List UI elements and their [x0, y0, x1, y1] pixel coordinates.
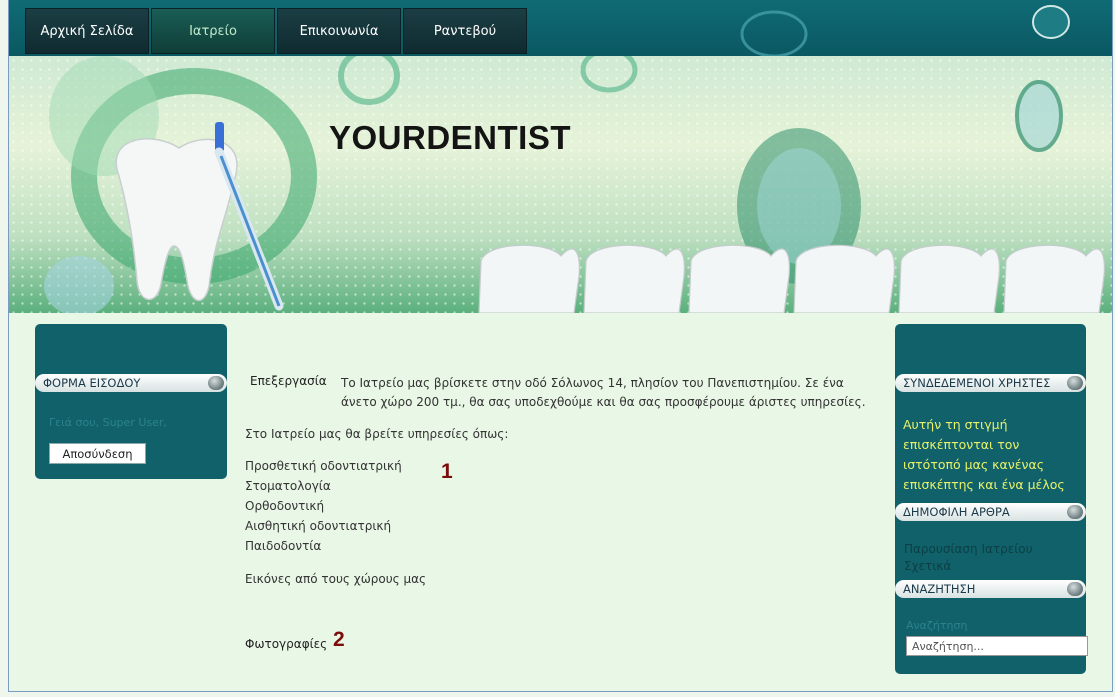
service-item: Αισθητική οδοντιατρική	[245, 519, 392, 533]
images-heading: Εικόνες από τους χώρους μας	[245, 572, 427, 586]
service-item: Ορθοδοντική	[245, 499, 325, 513]
module-toggle-knob-icon	[1067, 376, 1083, 390]
top-nav-bar: Αρχική Σελίδα Ιατρείο Επικοινωνία Ραντεβ…	[9, 0, 1112, 56]
login-module-title: ΦΟΡΜΑ ΕΙΣΟΔΟΥ	[43, 376, 141, 390]
user-greeting: Γειά σου, Super User,	[49, 416, 167, 429]
search-input[interactable]	[906, 636, 1088, 656]
header-banner: YOURDENTIST	[9, 56, 1112, 313]
nav-contact[interactable]: Επικοινωνία	[277, 8, 401, 54]
page-frame: Αρχική Σελίδα Ιατρείο Επικοινωνία Ραντεβ…	[8, 0, 1113, 692]
edit-link[interactable]: Επεξεργασία	[250, 374, 327, 388]
services-heading: Στο Ιατρείο μας θα βρείτε υπηρεσίες όπως…	[245, 427, 509, 441]
nav-home[interactable]: Αρχική Σελίδα	[25, 8, 149, 54]
search-module-header: ΑΝΑΖΗΤΗΣΗ	[895, 580, 1086, 598]
module-toggle-knob-icon	[1067, 582, 1083, 596]
online-users-module-header: ΣΥΝΔΕΔΕΜΕΝΟΙ ΧΡΗΣΤΕΣ	[895, 374, 1086, 392]
module-toggle-knob-icon	[1067, 505, 1083, 519]
article-intro: Το Ιατρείο μας βρίσκετε στην οδό Σόλωνος…	[341, 376, 866, 409]
popular-articles-module-header: ΔΗΜΟΦΙΛΗ ΑΡΘΡΑ	[895, 503, 1086, 521]
popular-article-link[interactable]: Σχετικά	[904, 559, 951, 573]
annotation-marker-2: 2	[333, 628, 345, 651]
photos-link[interactable]: Φωτογραφίες	[245, 637, 327, 651]
site-title: YOURDENTIST	[329, 119, 572, 156]
popular-article-link[interactable]: Παρουσίαση Ιατρείου	[904, 542, 1033, 556]
nav-appointment[interactable]: Ραντεβού	[403, 8, 527, 54]
logout-button[interactable]: Αποσύνδεση	[49, 443, 146, 464]
service-item: Στοματολογία	[245, 479, 331, 493]
main-menu: Αρχική Σελίδα Ιατρείο Επικοινωνία Ραντεβ…	[25, 8, 527, 54]
online-users-title: ΣΥΝΔΕΔΕΜΕΝΟΙ ΧΡΗΣΤΕΣ	[903, 376, 1051, 390]
service-item: Προσθετική οδοντιατρική	[245, 459, 402, 473]
login-module-header: ΦΟΡΜΑ ΕΙΣΟΔΟΥ	[35, 374, 227, 392]
online-users-text: Αυτήν τη στιγμή επισκέπτονται τον ιστότο…	[903, 417, 1065, 492]
search-label: Αναζήτηση	[906, 619, 968, 632]
module-toggle-knob-icon	[208, 376, 224, 390]
annotation-marker-1: 1	[441, 460, 453, 483]
banner-illustration	[44, 56, 1105, 313]
service-item: Παιδοδοντία	[245, 539, 322, 553]
popular-articles-title: ΔΗΜΟΦΙΛΗ ΑΡΘΡΑ	[903, 505, 1010, 519]
nav-clinic[interactable]: Ιατρείο	[151, 8, 275, 54]
search-module-title: ΑΝΑΖΗΤΗΣΗ	[903, 582, 976, 596]
